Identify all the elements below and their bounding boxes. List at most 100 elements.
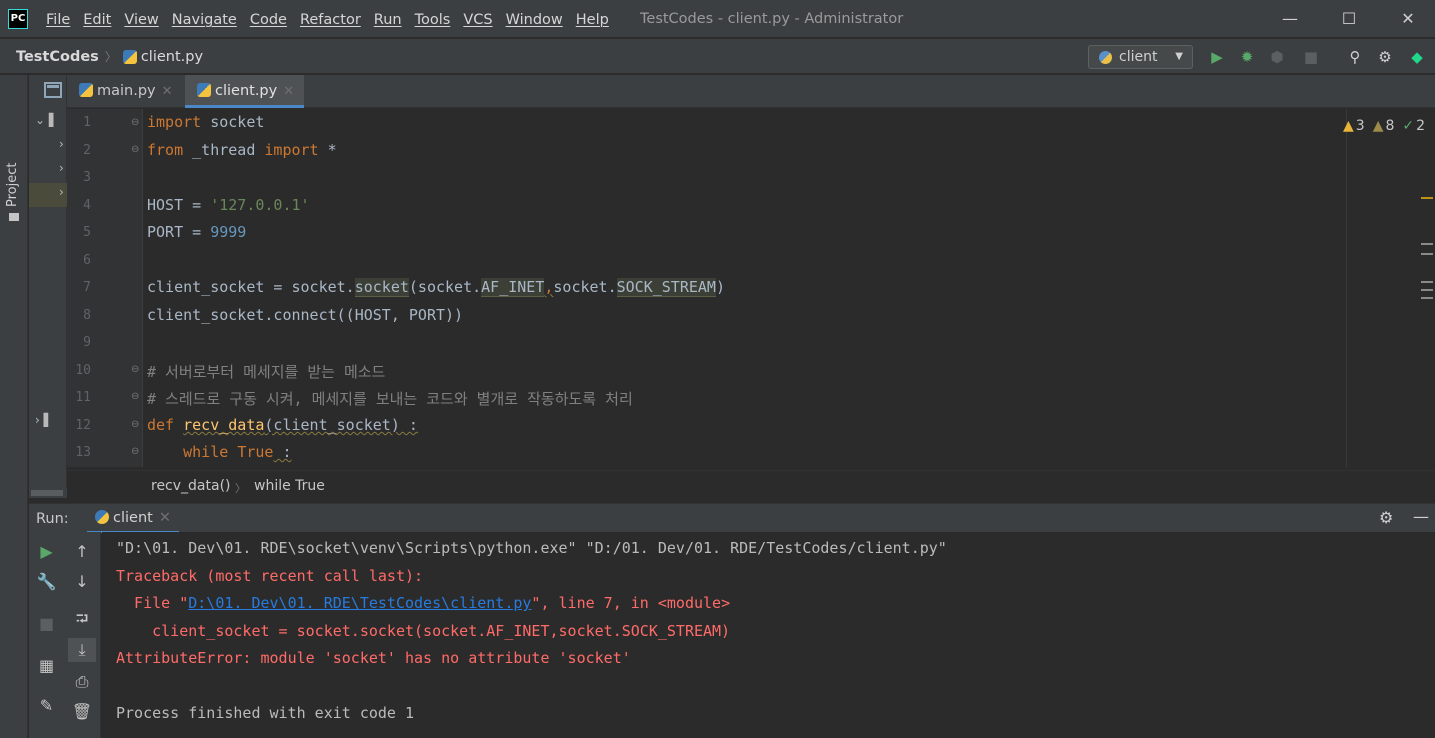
menu-navigate[interactable]: Navigate — [172, 12, 237, 28]
python-file-icon — [79, 83, 93, 97]
wrench-icon[interactable]: 🔧 — [29, 572, 64, 591]
code-token: AF_INET — [481, 278, 545, 297]
close-tab-icon[interactable]: ✕ — [159, 510, 171, 526]
search-icon[interactable]: ⚲ — [1346, 48, 1364, 66]
run-console[interactable]: "D:\01. Dev\01. RDE\socket\venv\Scripts\… — [102, 532, 1435, 738]
trash-icon[interactable]: 🗑 — [64, 702, 100, 721]
run-tab-client[interactable]: client ✕ — [87, 504, 179, 533]
code-token: socket — [354, 278, 409, 297]
fold-icon[interactable]: ⊖ — [131, 364, 139, 375]
inspection-widget[interactable]: ▲3 ▲8 ✓2 ⌃ ⌄ — [1343, 118, 1435, 134]
console-command-line: "D:\01. Dev\01. RDE\socket\venv\Scripts\… — [116, 539, 947, 557]
menu-bar: PC File Edit View Navigate Code Refactor… — [0, 0, 1435, 38]
error-stripe-mark[interactable] — [1421, 297, 1433, 299]
console-traceback-line: Traceback (most recent call last): — [116, 567, 424, 585]
settings-gear-icon[interactable]: ⚙ — [1376, 48, 1394, 66]
code-token: _thread — [183, 141, 265, 159]
menu-tools[interactable]: Tools — [415, 12, 451, 28]
fold-icon[interactable]: ⊖ — [131, 446, 139, 457]
code-comment: # 스레드로 구동 시켜, 메세지를 보내는 코드와 별개로 작동하도록 처리 — [147, 390, 633, 408]
menu-refactor[interactable]: Refactor — [300, 12, 361, 28]
stop-icon[interactable]: ■ — [1302, 48, 1320, 66]
left-tool-strip: Project — [0, 75, 28, 738]
line-number: 7 — [83, 280, 91, 295]
menu-help[interactable]: Help — [576, 12, 609, 28]
code-line-10: # 서버로부터 메세지를 받는 메소드 — [147, 361, 385, 382]
close-window-button[interactable]: ✕ — [1393, 8, 1423, 32]
console-file-line: File "D:\01. Dev\01. RDE\TestCodes\clien… — [116, 594, 730, 612]
soft-wrap-icon[interactable]: ⮒ — [64, 608, 100, 635]
rerun-icon[interactable]: ▶ — [29, 542, 64, 561]
layout-icon[interactable]: ▦ — [29, 656, 64, 675]
code-comment: # 서버로부터 메세지를 받는 메소드 — [147, 363, 386, 381]
menu-edit[interactable]: Edit — [83, 12, 111, 28]
stop-icon[interactable]: ■ — [29, 614, 64, 633]
settings-gear-icon[interactable]: ⚙ — [1379, 508, 1393, 527]
maximize-button[interactable]: ☐ — [1334, 8, 1364, 32]
arrow-down-icon[interactable]: ↓ — [64, 572, 100, 591]
weak-warning-icon: ▲ — [1372, 118, 1384, 134]
crumb-function[interactable]: recv_data() — [151, 478, 231, 494]
close-tab-icon[interactable]: ✕ — [162, 84, 173, 99]
code-with-me-icon[interactable]: ◆ — [1408, 48, 1426, 66]
print-icon[interactable]: ⎙ — [64, 672, 100, 692]
arrow-up-icon[interactable]: ↑ — [64, 542, 100, 561]
structure-icon[interactable] — [44, 82, 62, 98]
chevron-right-icon: 〉 — [235, 482, 246, 495]
fold-icon[interactable]: ⊖ — [131, 117, 139, 128]
pin-icon[interactable]: ✎ — [29, 696, 64, 715]
code-line-1: import socket — [147, 113, 264, 131]
console-error-line: AttributeError: module 'socket' has no a… — [116, 649, 631, 667]
tree-collapsed-icon[interactable]: › ▌ — [35, 413, 53, 427]
error-stripe-mark[interactable] — [1421, 243, 1433, 245]
coverage-icon[interactable]: ⬢ — [1268, 48, 1286, 66]
code-line-4: HOST = '127.0.0.1' — [147, 196, 310, 214]
horizontal-scrollbar[interactable] — [31, 490, 63, 496]
console-text: File " — [116, 594, 189, 612]
hide-panel-icon[interactable]: — — [1413, 507, 1429, 526]
menu-file[interactable]: File — [46, 12, 70, 28]
menu-code[interactable]: Code — [250, 12, 287, 28]
tree-collapsed-icon[interactable]: › — [59, 161, 64, 175]
right-margin-guide — [1346, 109, 1347, 467]
error-stripe-mark[interactable] — [1421, 197, 1433, 199]
error-stripe-mark[interactable] — [1421, 253, 1433, 255]
error-stripe-mark[interactable] — [1421, 281, 1433, 283]
fold-icon[interactable]: ⊖ — [131, 419, 139, 430]
python-icon — [95, 510, 109, 524]
breadcrumb-file[interactable]: client.py — [141, 49, 203, 65]
minimize-button[interactable]: — — [1275, 8, 1305, 32]
menu-vcs[interactable]: VCS — [463, 12, 492, 28]
fold-icon[interactable]: ⊖ — [131, 391, 139, 402]
tab-main-py[interactable]: main.py ✕ — [67, 75, 183, 108]
folder-icon — [9, 213, 19, 221]
console-file-link[interactable]: D:\01. Dev\01. RDE\TestCodes\client.py — [188, 594, 531, 612]
code-token: client_socket.connect((HOST, PORT)) — [147, 306, 464, 324]
run-icon[interactable]: ▶ — [1208, 48, 1226, 66]
menu-run[interactable]: Run — [374, 12, 402, 28]
crumb-loop[interactable]: while True — [254, 478, 325, 494]
scroll-to-end-icon[interactable]: ⤓ — [68, 638, 96, 662]
breadcrumb-project[interactable]: TestCodes — [16, 49, 99, 65]
tree-collapsed-icon[interactable]: › — [59, 137, 64, 151]
debug-icon[interactable]: ✹ — [1238, 48, 1256, 66]
close-tab-icon[interactable]: ✕ — [283, 84, 294, 99]
window-title: TestCodes - client.py - Administrator — [640, 11, 904, 27]
menu-window[interactable]: Window — [506, 12, 563, 28]
fold-icon[interactable]: ⊖ — [131, 144, 139, 155]
code-token: HOST = — [147, 196, 211, 214]
line-number: 2 — [83, 143, 91, 158]
run-config-select[interactable]: client ▼ — [1088, 45, 1193, 69]
warning-icon: ▲ — [1343, 118, 1354, 134]
error-stripe-mark[interactable] — [1421, 289, 1433, 291]
code-token: client_socket = socket. — [147, 278, 355, 296]
tree-expand-icon[interactable]: ⌄ ▌ — [35, 113, 58, 127]
tab-client-py[interactable]: client.py ✕ — [185, 75, 305, 108]
code-token: def — [147, 416, 175, 434]
code-token: SOCK_STREAM — [616, 278, 716, 297]
menu-view[interactable]: View — [124, 12, 158, 28]
tree-collapsed-icon[interactable]: › — [59, 185, 64, 199]
code-editor[interactable]: 1 2 3 4 5 6 7 8 9 10 11 12 13 ⊖ ⊖ ⊖ ⊖ ⊖ … — [67, 109, 1435, 467]
